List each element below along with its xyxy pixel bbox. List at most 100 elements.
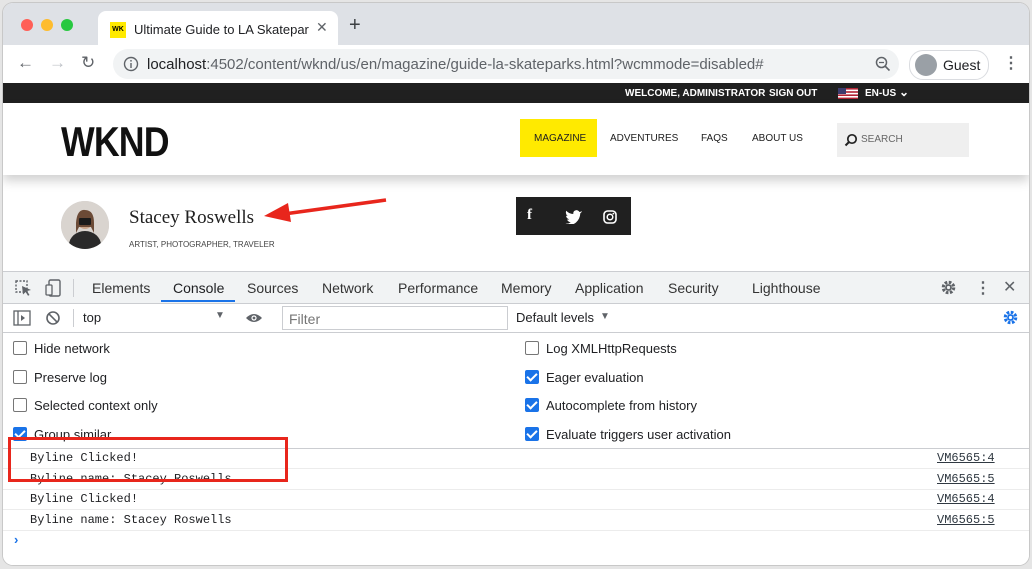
twitter-icon[interactable] — [565, 209, 583, 224]
language-selector[interactable]: EN-US — [865, 88, 896, 99]
show-sidebar-icon[interactable] — [13, 310, 31, 326]
highlight-box — [8, 437, 288, 482]
forward-icon[interactable]: → — [49, 53, 66, 73]
checkbox[interactable] — [13, 398, 27, 412]
profile-button[interactable]: Guest — [909, 50, 989, 80]
console-settings: Hide network Preserve log Selected conte… — [3, 333, 1029, 449]
wknd-favicon-icon: WK — [110, 22, 126, 38]
tab-security[interactable]: Security — [668, 280, 719, 296]
web-page: WELCOME, ADMINISTRATOR SIGN OUT EN-US ⌄ … — [3, 83, 1029, 271]
tab-memory[interactable]: Memory — [501, 280, 552, 296]
levels-dropdown-icon[interactable]: ▼ — [600, 311, 610, 322]
checkbox[interactable] — [13, 341, 27, 355]
tab-console[interactable]: Console — [173, 280, 224, 296]
profile-label: Guest — [943, 57, 981, 73]
gear-icon[interactable] — [940, 279, 957, 296]
search-placeholder: SEARCH — [861, 134, 903, 145]
option-autocomplete-from-history[interactable]: Autocomplete from history — [525, 398, 697, 413]
maximize-window-button[interactable] — [61, 19, 73, 31]
checkbox-checked[interactable] — [525, 398, 539, 412]
inspect-element-icon[interactable] — [15, 280, 33, 296]
byline-occupations: ARTIST, PHOTOGRAPHER, TRAVELER — [129, 240, 275, 249]
option-label: Log XMLHttpRequests — [546, 341, 677, 356]
console-prompt-icon[interactable]: › — [14, 532, 18, 547]
site-header: WKND MAGAZINE ADVENTURES FAQS ABOUT US S… — [3, 103, 1029, 175]
social-share-bar: f — [516, 197, 631, 235]
new-tab-button[interactable]: + — [349, 15, 361, 35]
zoom-icon[interactable] — [875, 56, 891, 72]
tab-network[interactable]: Network — [322, 280, 373, 296]
context-dropdown-icon[interactable]: ▼ — [215, 310, 225, 321]
option-log-xmlhttprequests[interactable]: Log XMLHttpRequests — [525, 341, 677, 356]
nav-magazine[interactable]: MAGAZINE — [534, 133, 586, 144]
option-label: Eager evaluation — [546, 370, 644, 385]
tab-sources[interactable]: Sources — [247, 280, 298, 296]
filter-field[interactable] — [282, 306, 508, 330]
option-eager-evaluation[interactable]: Eager evaluation — [525, 370, 644, 385]
clear-console-icon[interactable] — [45, 310, 61, 326]
browser-menu-icon[interactable]: ⋮ — [1003, 53, 1019, 73]
tab-strip: WK Ultimate Guide to LA Skateparks ✕ + — [3, 3, 1029, 45]
checkbox-checked[interactable] — [525, 370, 539, 384]
wknd-logo[interactable]: WKND — [61, 118, 169, 166]
search-icon — [844, 133, 858, 147]
sign-out-link[interactable]: SIGN OUT — [769, 88, 817, 99]
chevron-down-icon: ⌄ — [899, 85, 910, 99]
annotation-arrow-icon — [264, 198, 387, 222]
checkbox[interactable] — [13, 370, 27, 384]
eye-icon[interactable] — [245, 312, 263, 324]
devtools-panel: Elements Console Sources Network Perform… — [3, 271, 1029, 565]
tab-close-icon[interactable]: ✕ — [316, 19, 328, 36]
nav-faqs[interactable]: FAQS — [701, 133, 728, 144]
browser-tab[interactable]: WK Ultimate Guide to LA Skateparks ✕ — [98, 11, 338, 45]
us-flag-icon — [838, 88, 858, 99]
nav-about-us[interactable]: ABOUT US — [752, 133, 803, 144]
option-label: Selected context only — [34, 398, 158, 413]
close-devtools-icon[interactable]: ✕ — [1003, 277, 1016, 297]
log-levels-dropdown[interactable]: Default levels — [516, 310, 594, 325]
address-bar[interactable]: localhost:4502/content/wknd/us/en/magazi… — [113, 49, 899, 79]
url-text: localhost:4502/content/wknd/us/en/magazi… — [147, 56, 764, 73]
checkbox[interactable] — [525, 341, 539, 355]
guest-avatar-icon — [915, 54, 937, 76]
option-evaluate-triggers-user-activation[interactable]: Evaluate triggers user activation — [525, 427, 731, 442]
option-preserve-log[interactable]: Preserve log — [13, 370, 107, 385]
tab-performance[interactable]: Performance — [398, 280, 478, 296]
log-source-link[interactable]: VM6565:5 — [937, 472, 995, 486]
option-label: Evaluate triggers user activation — [546, 427, 731, 442]
option-label: Autocomplete from history — [546, 398, 698, 413]
option-label: Preserve log — [34, 370, 107, 385]
back-icon[interactable]: ← — [17, 53, 34, 73]
instagram-icon[interactable] — [603, 210, 617, 224]
facebook-icon[interactable]: f — [527, 207, 532, 224]
log-source-link[interactable]: VM6565:4 — [937, 492, 995, 506]
console-settings-gear-icon[interactable] — [1002, 309, 1019, 326]
divider — [73, 279, 74, 297]
divider — [73, 309, 74, 327]
tab-application[interactable]: Application — [575, 280, 644, 296]
option-label: Hide network — [34, 341, 110, 356]
tab-elements[interactable]: Elements — [92, 280, 150, 296]
context-selector[interactable]: top — [83, 310, 101, 325]
close-window-button[interactable] — [21, 19, 33, 31]
option-selected-context-only[interactable]: Selected context only — [13, 398, 158, 413]
device-toolbar-icon[interactable] — [45, 279, 63, 297]
tab-lighthouse[interactable]: Lighthouse — [752, 280, 821, 296]
checkbox-checked[interactable] — [525, 427, 539, 441]
site-search-input[interactable]: SEARCH — [837, 123, 969, 157]
nav-adventures[interactable]: ADVENTURES — [610, 133, 678, 144]
reload-icon[interactable]: ↻ — [81, 53, 95, 73]
console-log-row: Byline name: Stacey Roswells VM6565:5 — [3, 510, 1029, 531]
log-source-link[interactable]: VM6565:5 — [937, 513, 995, 527]
log-message: Byline name: Stacey Roswells — [30, 513, 232, 527]
log-source-link[interactable]: VM6565:4 — [937, 451, 995, 465]
browser-toolbar: ← → ↻ localhost:4502/content/wknd/us/en/… — [3, 45, 1029, 84]
byline-name[interactable]: Stacey Roswells — [129, 207, 254, 229]
info-icon[interactable] — [123, 56, 139, 72]
filter-input[interactable] — [287, 309, 501, 329]
minimize-window-button[interactable] — [41, 19, 53, 31]
url-host: localhost — [147, 56, 207, 73]
author-avatar[interactable] — [61, 201, 109, 249]
more-options-icon[interactable]: ⋮ — [975, 278, 991, 298]
option-hide-network[interactable]: Hide network — [13, 341, 110, 356]
